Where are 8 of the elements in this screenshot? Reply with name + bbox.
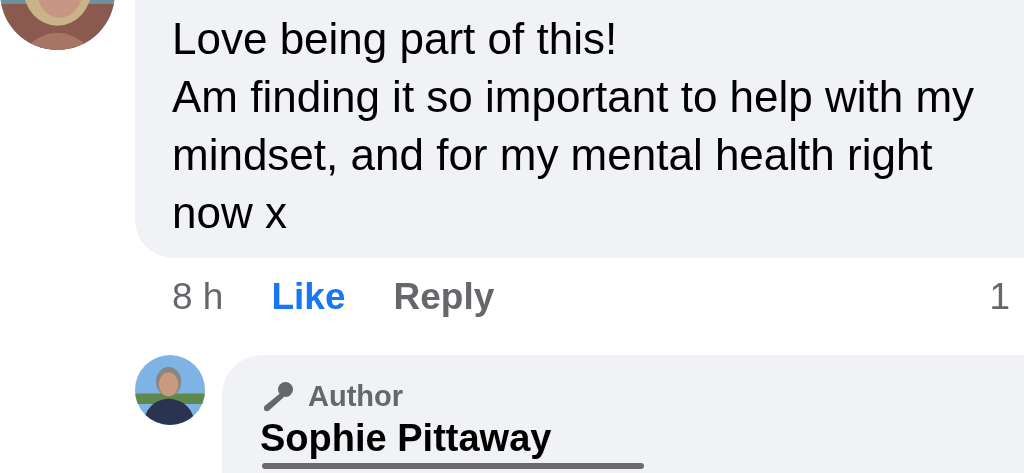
comment-text: Love being part of this! (172, 13, 619, 65)
author-name: Sophie Pittaway (260, 418, 552, 457)
comment-text: Am finding it so important to help with my mindset, and for my mental health right now x (172, 71, 976, 239)
author-label: Author (308, 379, 404, 414)
reply-button[interactable]: Reply (393, 269, 495, 325)
reaction-count: 1 (989, 275, 1010, 320)
timestamp: 8 h (172, 275, 224, 320)
like-button[interactable]: Like (271, 269, 346, 325)
